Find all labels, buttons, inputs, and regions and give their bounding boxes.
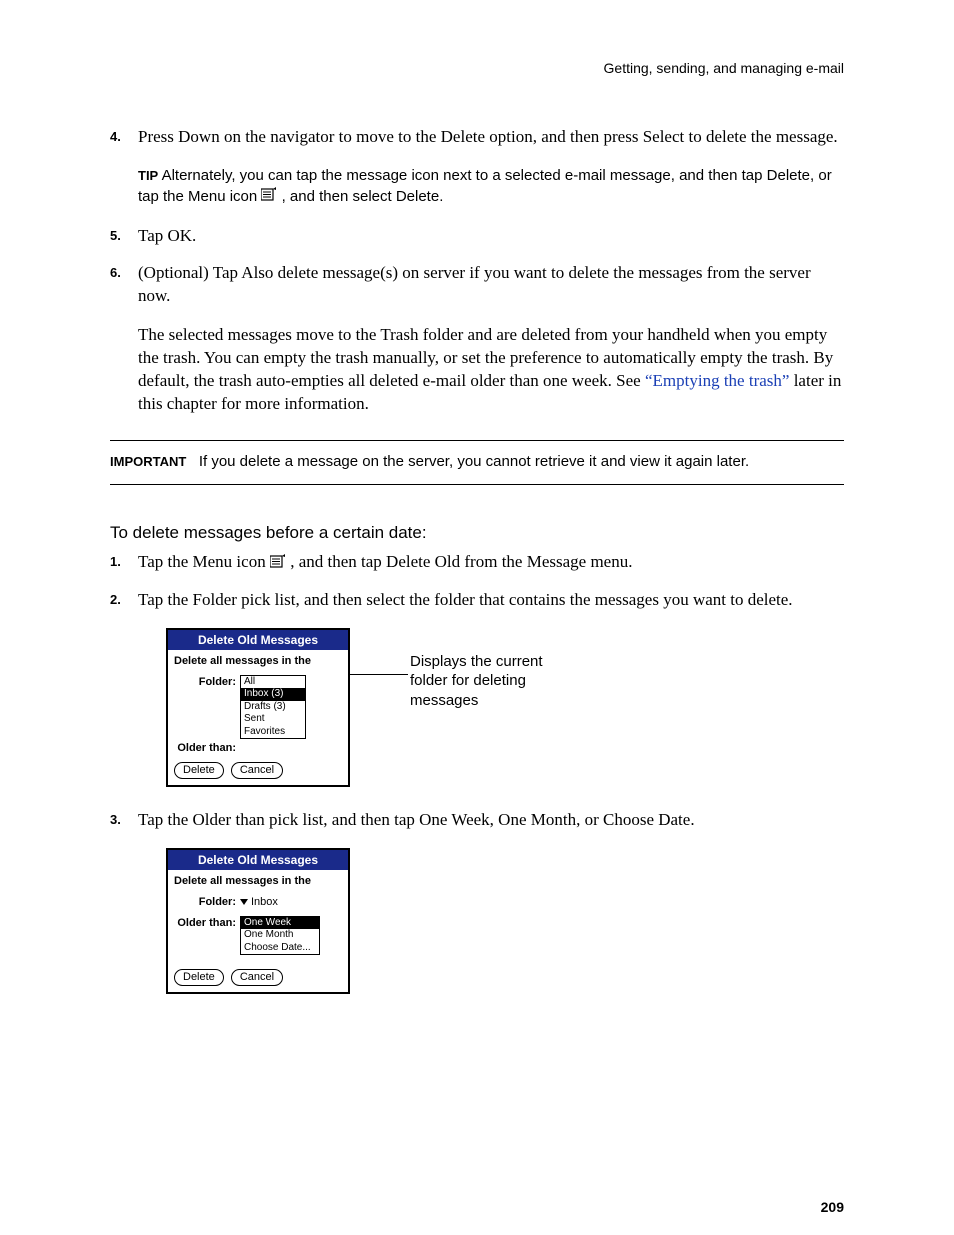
important-label: IMPORTANT <box>110 454 186 469</box>
tip-block: TIP Alternately, you can tap the message… <box>138 165 844 208</box>
older-option[interactable]: Choose Date... <box>241 942 319 955</box>
step-text: Tap the Older than pick list, and then t… <box>138 810 695 829</box>
figure-1: Delete Old Messages Delete all messages … <box>166 628 844 787</box>
callout-line <box>350 674 408 675</box>
step-b3: 3. Tap the Older than pick list, and the… <box>110 809 844 994</box>
folder-label: Folder: <box>174 675 236 690</box>
older-than-label: Older than: <box>174 916 236 931</box>
tip-label: TIP <box>138 168 158 183</box>
chevron-down-icon <box>240 899 248 905</box>
folder-value: Inbox <box>251 896 278 908</box>
divider <box>110 484 844 485</box>
dialog-headline: Delete all messages in the <box>174 654 342 669</box>
important-block: IMPORTANT If you delete a message on the… <box>110 440 844 485</box>
step-4: 4. Press Down on the navigator to move t… <box>110 126 844 207</box>
section-heading: To delete messages before a certain date… <box>110 523 844 543</box>
older-option[interactable]: One Month <box>241 929 319 942</box>
running-header: Getting, sending, and managing e-mail <box>110 60 844 76</box>
figure-2: Delete Old Messages Delete all messages … <box>166 848 844 994</box>
cancel-button[interactable]: Cancel <box>231 762 283 779</box>
cancel-button[interactable]: Cancel <box>231 969 283 986</box>
step-6: 6. (Optional) Tap Also delete message(s)… <box>110 262 844 416</box>
step-text: Press Down on the navigator to move to t… <box>138 127 838 146</box>
folder-option[interactable]: All <box>241 676 305 689</box>
step-text: Tap the Folder pick list, and then selec… <box>138 590 793 609</box>
dialog-title: Delete Old Messages <box>168 850 348 870</box>
step-b1: 1. Tap the Menu icon , and then tap Dele… <box>110 551 844 575</box>
folder-picklist[interactable]: All Inbox (3) Drafts (3) Sent Favorites <box>240 675 306 740</box>
older-than-label: Older than: <box>174 741 236 756</box>
tip-text-2: , and then select Delete. <box>282 188 444 205</box>
tip-text-1: Alternately, you can tap the message ico… <box>138 167 832 205</box>
step-number: 1. <box>110 553 121 571</box>
older-option-selected[interactable]: One Week <box>241 917 319 930</box>
step-number: 2. <box>110 591 121 609</box>
step-paragraph: The selected messages move to the Trash … <box>138 324 844 416</box>
folder-label: Folder: <box>174 895 236 910</box>
menu-icon <box>261 186 277 207</box>
dialog-title: Delete Old Messages <box>168 630 348 650</box>
link-emptying-trash[interactable]: “Emptying the trash” <box>645 371 789 390</box>
folder-picklist[interactable]: Inbox <box>240 895 278 910</box>
step-number: 5. <box>110 227 121 245</box>
delete-button[interactable]: Delete <box>174 762 224 779</box>
delete-button[interactable]: Delete <box>174 969 224 986</box>
delete-old-dialog: Delete Old Messages Delete all messages … <box>166 628 350 787</box>
older-than-picklist[interactable]: One Week One Month Choose Date... <box>240 916 320 956</box>
callout-text: Displays the current folder for deleting… <box>410 653 543 709</box>
step-text-b: , and then tap Delete Old from the Messa… <box>290 552 632 571</box>
dialog-headline: Delete all messages in the <box>174 874 342 889</box>
folder-option[interactable]: Favorites <box>241 726 305 739</box>
step-text: Tap OK. <box>138 226 196 245</box>
step-5: 5. Tap OK. <box>110 225 844 248</box>
figure-callout: Displays the current folder for deleting… <box>410 652 580 711</box>
step-text-a: Tap the Menu icon <box>138 552 270 571</box>
folder-option-selected[interactable]: Inbox (3) <box>241 688 305 701</box>
page-number: 209 <box>821 1199 844 1215</box>
step-number: 6. <box>110 264 121 282</box>
step-number: 4. <box>110 128 121 146</box>
delete-old-dialog: Delete Old Messages Delete all messages … <box>166 848 350 994</box>
step-text-1: (Optional) Tap Also delete message(s) on… <box>138 263 811 305</box>
important-text: If you delete a message on the server, y… <box>199 453 749 470</box>
menu-icon <box>270 552 286 575</box>
folder-option[interactable]: Sent <box>241 713 305 726</box>
step-number: 3. <box>110 811 121 829</box>
folder-option[interactable]: Drafts (3) <box>241 701 305 714</box>
step-b2: 2. Tap the Folder pick list, and then se… <box>110 589 844 787</box>
